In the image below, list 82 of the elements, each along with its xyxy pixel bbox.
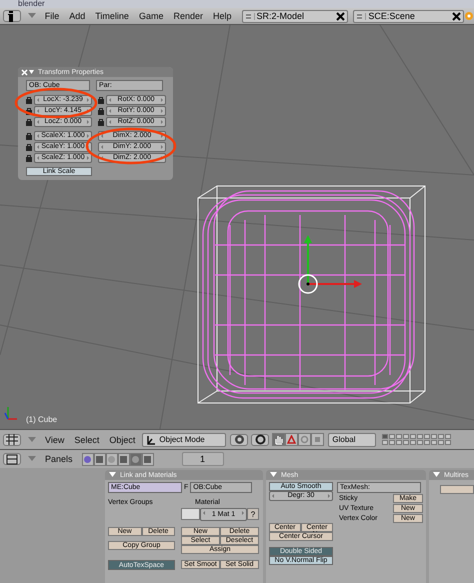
dot-icon — [464, 11, 474, 21]
collapse-triangle-icon[interactable] — [109, 472, 116, 478]
layer-button[interactable] — [410, 440, 416, 445]
context-tab[interactable] — [106, 452, 118, 466]
layer-button[interactable] — [424, 440, 430, 445]
menu-item[interactable]: Render — [173, 11, 203, 21]
context-tab[interactable] — [142, 452, 154, 466]
screen-selector[interactable]: SR:2-Model — [242, 10, 348, 22]
context-tab[interactable] — [130, 452, 142, 466]
layer-button[interactable] — [445, 434, 452, 439]
layer-button[interactable] — [403, 440, 410, 445]
window-title: blender — [18, 0, 45, 8]
menu-item[interactable]: View — [45, 434, 64, 444]
layer-button[interactable] — [438, 440, 444, 445]
editor-type-button[interactable] — [3, 434, 21, 446]
triangle-icon — [287, 435, 296, 444]
collapse-triangle-icon[interactable] — [28, 13, 36, 19]
info-window-button[interactable] — [3, 10, 21, 22]
manipulator-button[interactable] — [285, 433, 298, 446]
draw-type-button[interactable] — [230, 434, 248, 446]
square-icon — [313, 435, 322, 444]
menu-item[interactable]: Help — [212, 11, 232, 21]
layer-button[interactable] — [431, 440, 438, 445]
manipulator-button[interactable] — [272, 433, 286, 446]
collapse-triangle-icon[interactable] — [28, 436, 36, 442]
help-button[interactable]: ? — [247, 508, 259, 520]
lock-icon[interactable] — [26, 154, 32, 162]
material-swatch[interactable] — [181, 508, 200, 520]
lock-icon[interactable] — [26, 107, 32, 115]
layer-button[interactable] — [417, 440, 424, 445]
frame-field[interactable]: 1 — [182, 452, 224, 466]
object-label: (1) Cube — [26, 415, 58, 424]
context-tab[interactable] — [94, 452, 106, 466]
multires-button[interactable] — [440, 485, 474, 494]
mode-dropdown[interactable]: Object Mode — [142, 432, 226, 446]
layer-button[interactable] — [382, 440, 388, 445]
menu-item[interactable]: Timeline — [95, 11, 129, 21]
scene-selector[interactable]: SCE:Scene — [353, 10, 464, 22]
menu-item[interactable]: File — [44, 11, 60, 21]
menu-item[interactable]: Add — [69, 11, 86, 21]
circle-icon — [300, 435, 310, 444]
axis-icon — [4, 407, 17, 420]
lock-icon[interactable] — [26, 118, 32, 126]
pivot-icon — [254, 434, 266, 445]
lock-icon[interactable] — [98, 118, 104, 126]
layer-button[interactable] — [403, 434, 410, 439]
menu-item[interactable]: Game — [138, 11, 164, 21]
layer-button[interactable] — [389, 440, 396, 445]
lock-icon[interactable] — [26, 143, 32, 151]
collapse-triangle-icon[interactable] — [28, 456, 36, 462]
layer-button[interactable] — [431, 434, 438, 439]
layer-button[interactable] — [396, 440, 402, 445]
lock-icon[interactable] — [26, 96, 32, 104]
layer-button[interactable] — [410, 434, 416, 439]
menu-item[interactable]: Select — [74, 434, 100, 444]
hand-icon — [274, 434, 284, 444]
layer-button[interactable] — [438, 434, 444, 439]
layer-button[interactable] — [417, 434, 424, 439]
collapse-triangle-icon[interactable] — [270, 472, 277, 478]
menu-item[interactable]: Panels — [45, 454, 73, 464]
orientation-dropdown[interactable]: Global — [328, 432, 376, 446]
layer-button[interactable] — [445, 440, 452, 445]
menu-item[interactable]: Object — [109, 434, 136, 444]
editor-type-button[interactable] — [3, 453, 21, 465]
window-icon — [6, 454, 18, 464]
axis-icon — [146, 434, 156, 444]
collapse-triangle-icon[interactable] — [433, 472, 440, 478]
layer-button[interactable] — [396, 434, 402, 439]
context-tab[interactable] — [82, 452, 94, 466]
lock-icon[interactable] — [26, 132, 32, 140]
layer-button[interactable] — [424, 434, 430, 439]
manipulator-button[interactable] — [298, 433, 312, 446]
lock-icon[interactable] — [98, 107, 104, 115]
context-tab[interactable] — [118, 452, 130, 466]
menu-icon[interactable] — [354, 12, 366, 20]
lock-icon[interactable] — [98, 96, 104, 104]
layer-button[interactable] — [389, 434, 396, 439]
pivot-button[interactable] — [251, 434, 270, 446]
layer-button[interactable] — [382, 434, 388, 439]
transform-manipulator-drawing — [298, 235, 362, 294]
grid-icon — [6, 434, 18, 445]
manipulator-button[interactable] — [311, 433, 324, 446]
